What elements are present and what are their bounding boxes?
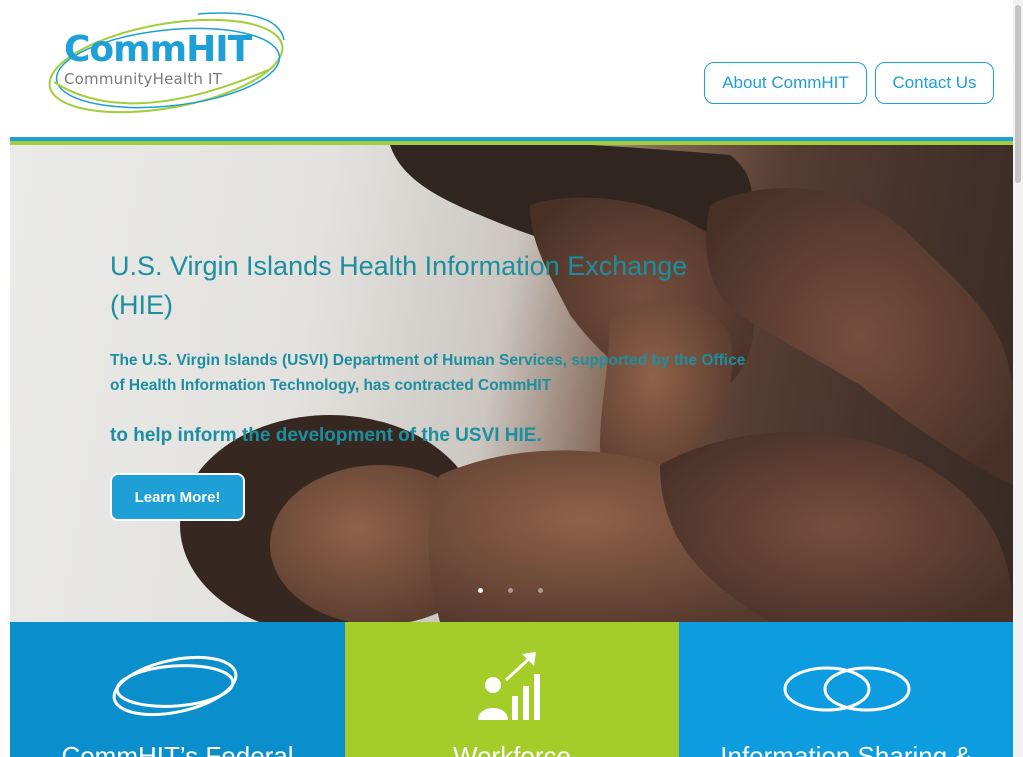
carousel-dot-2[interactable]	[508, 588, 513, 593]
hero-description: The U.S. Virgin Islands (USVI) Departmen…	[110, 352, 746, 394]
page-scrollbar[interactable]	[1013, 0, 1023, 757]
orbit-rings-icon	[112, 655, 238, 717]
hero-banner: U.S. Virgin Islands Health Information E…	[10, 145, 1013, 622]
commhit-logo[interactable]: CommHIT CommunityHealth IT	[48, 10, 288, 125]
tile-federal-label: CommHIT’s Federal	[61, 741, 294, 757]
tile-information-sharing-label: Information Sharing &	[720, 741, 972, 757]
carousel-dots	[478, 588, 543, 593]
learn-more-button[interactable]: Learn More!	[110, 473, 245, 521]
tile-federal[interactable]: CommHIT’s Federal	[10, 622, 345, 757]
carousel-dot-1[interactable]	[478, 588, 483, 593]
carousel-dot-3[interactable]	[538, 588, 543, 593]
tile-information-sharing[interactable]: Information Sharing &	[679, 622, 1013, 757]
site-header: CommHIT CommunityHealth IT About CommHIT…	[10, 0, 1013, 137]
contact-us-button[interactable]: Contact Us	[875, 62, 994, 104]
logo-wordmark: CommHIT	[64, 29, 252, 70]
logo-tagline: CommunityHealth IT	[64, 70, 223, 88]
hero-subtext: to help inform the development of the US…	[110, 425, 542, 446]
growth-chart-icon	[478, 652, 540, 720]
tile-workforce-label: Workforce	[453, 741, 571, 757]
tile-workforce[interactable]: Workforce	[345, 622, 679, 757]
scrollbar-thumb[interactable]	[1015, 5, 1021, 183]
page: CommHIT CommunityHealth IT About CommHIT…	[10, 0, 1013, 757]
about-commhit-button[interactable]: About CommHIT	[704, 62, 867, 104]
linked-rings-icon	[783, 666, 911, 712]
hero-title: U.S. Virgin Islands Health Information E…	[110, 251, 688, 320]
